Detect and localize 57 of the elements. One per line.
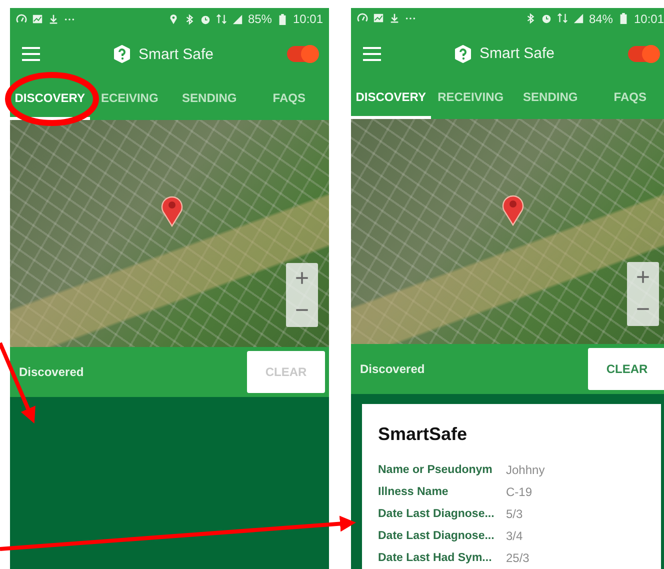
field-label: Date Last Diagnose...: [378, 508, 496, 520]
clock-time: 10:01: [292, 12, 323, 26]
field-label: Date Last Had Sym...: [378, 552, 493, 564]
alarm-clock-icon: [540, 13, 552, 24]
field-value: 3/4: [506, 528, 523, 543]
field-label: Name or Pseudonym: [378, 464, 494, 476]
tab[interactable]: DISCOVERY: [351, 77, 431, 120]
image-icon: [32, 14, 43, 24]
battery-icon: [618, 13, 629, 24]
zoom-out-button[interactable]: −: [286, 295, 318, 327]
field-label: Date Last Diagnose...: [378, 530, 496, 542]
toggle-switch[interactable]: [628, 46, 658, 62]
zoom-in-button[interactable]: +: [286, 263, 318, 295]
location-icon: [168, 14, 179, 24]
menu-icon[interactable]: [22, 47, 40, 61]
battery-icon: [276, 14, 288, 24]
mobile-data-icon: [216, 14, 227, 24]
speedometer-icon: [357, 13, 368, 24]
clear-button[interactable]: CLEAR: [588, 348, 664, 390]
field-value: 25/3: [506, 550, 530, 565]
battery-level: 85%: [248, 12, 272, 26]
speedometer-icon: [16, 14, 27, 24]
image-icon: [373, 13, 384, 24]
question-mark-icon: [113, 45, 132, 63]
field-value: 5/3: [506, 506, 523, 521]
field-value: C-19: [506, 484, 532, 499]
card-title: SmartSafe: [378, 424, 468, 445]
zoom-in-button[interactable]: +: [627, 262, 659, 294]
bluetooth-icon: [524, 13, 536, 24]
clock-time: 10:01: [634, 12, 664, 26]
signal-icon: [232, 14, 243, 24]
tab[interactable]: FAQS: [590, 77, 664, 120]
question-mark-icon: [454, 44, 472, 63]
discovered-label: Discovered: [360, 362, 425, 376]
app-title: Smart Safe: [479, 45, 555, 62]
alarm-clock-icon: [200, 14, 211, 24]
tab[interactable]: SENDING: [510, 77, 590, 120]
field-value: Johhny: [506, 462, 545, 477]
menu-icon[interactable]: [363, 46, 381, 61]
download-icon: [389, 13, 400, 24]
app-title: Smart Safe: [138, 46, 214, 62]
toggle-switch[interactable]: [287, 46, 317, 62]
map-pin-icon: [502, 194, 524, 226]
signal-icon: [572, 13, 584, 24]
download-icon: [48, 14, 59, 24]
battery-level: 84%: [588, 12, 613, 26]
bluetooth-icon: [184, 14, 195, 24]
tab[interactable]: RECEIVING: [430, 77, 510, 120]
zoom-out-button[interactable]: −: [627, 294, 659, 326]
tab[interactable]: SENDING: [170, 78, 250, 120]
tab[interactable]: DISCOVERY: [10, 78, 90, 120]
discovered-label: Discovered: [19, 365, 84, 379]
tab[interactable]: ECEIVING: [90, 78, 170, 120]
map-pin-icon: [161, 195, 183, 227]
tab[interactable]: FAQS: [249, 78, 329, 120]
field-label: Illness Name: [378, 486, 450, 498]
mobile-data-icon: [556, 13, 568, 24]
